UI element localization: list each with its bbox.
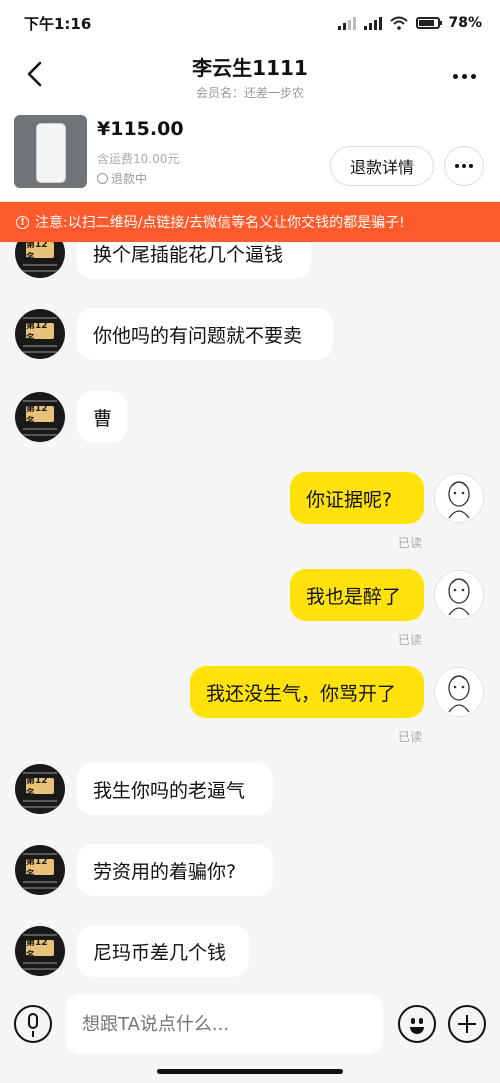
status-bar: 下午1:16 78% xyxy=(0,0,500,46)
more-options-icon[interactable] xyxy=(444,56,484,96)
avatar-badge: 第12名 xyxy=(26,776,54,799)
avatar-badge: 第12名 xyxy=(26,242,54,263)
emoji-button[interactable] xyxy=(398,1005,436,1043)
message-left: 第12名 换个尾插能花几个逼钱 xyxy=(0,242,500,308)
avatar-badge: 第12名 xyxy=(26,938,54,961)
item-price: ¥115.00 xyxy=(97,118,184,140)
chat-bubble[interactable]: 曹 xyxy=(77,391,127,443)
chat-bubble[interactable]: 你证据呢? xyxy=(290,472,424,524)
seller-avatar[interactable]: 第12名 xyxy=(15,764,65,814)
chat-bubble[interactable]: 我也是醉了 xyxy=(290,569,424,621)
item-status: 退款中 xyxy=(97,170,147,187)
input-bar xyxy=(0,986,500,1083)
microphone-icon xyxy=(28,1013,38,1029)
chat-bubble[interactable]: 我还没生气，你骂开了 xyxy=(190,666,424,718)
status-icons: 78% xyxy=(338,15,482,31)
wifi-icon xyxy=(390,16,409,30)
chat-bubble[interactable]: 换个尾插能花几个逼钱 xyxy=(77,242,311,279)
clock-icon xyxy=(97,173,108,184)
status-time: 下午1:16 xyxy=(24,14,92,33)
avatar-badge: 第12名 xyxy=(26,404,54,427)
message-left: 第12名 我生你吗的老逼气 xyxy=(0,763,500,844)
home-indicator xyxy=(157,1069,343,1074)
more-actions-plus-button[interactable] xyxy=(448,1005,486,1043)
seller-avatar[interactable]: 第12名 xyxy=(15,242,65,278)
chat-header: 李云生1111 会员名：还差一步农 xyxy=(0,46,500,106)
item-card[interactable]: ¥115.00 含运费10.00元 退款中 退款详情 xyxy=(0,106,500,202)
avatar-badge: 第12名 xyxy=(26,857,54,880)
item-status-label: 退款中 xyxy=(111,172,148,186)
back-arrow-icon[interactable] xyxy=(18,54,58,94)
battery-percent: 78% xyxy=(448,15,482,31)
seller-avatar[interactable]: 第12名 xyxy=(15,309,65,359)
item-more-button[interactable] xyxy=(444,146,484,186)
user-avatar[interactable] xyxy=(434,473,484,523)
read-receipt: 已读 xyxy=(398,730,423,744)
chat-bubble[interactable]: 你他吗的有问题就不要卖 xyxy=(77,308,333,360)
warning-text: 注意:以扫二维码/点链接/去微信等名义让你交钱的都是骗子! xyxy=(35,215,405,231)
voice-input-button[interactable] xyxy=(14,1005,52,1043)
avatar-badge: 第12名 xyxy=(26,321,54,344)
user-avatar[interactable] xyxy=(434,667,484,717)
chat-area[interactable]: 第12名 换个尾插能花几个逼钱 第12名 你他吗的有问题就不要卖 第12名曹你证据呢? 已… xyxy=(0,242,500,986)
message-right: 我也是醉了已读 xyxy=(0,569,500,650)
seller-avatar[interactable]: 第12名 xyxy=(15,926,65,976)
chat-bubble[interactable]: 劳资用的着骗你? xyxy=(77,844,273,896)
read-receipt: 已读 xyxy=(398,633,423,647)
battery-icon xyxy=(416,17,443,29)
message-left: 第12名 劳资用的着骗你? xyxy=(0,844,500,925)
signal-icon-1 xyxy=(338,16,357,30)
seller-avatar[interactable]: 第12名 xyxy=(15,392,65,442)
message-left: 第12名 你他吗的有问题就不要卖 xyxy=(0,308,500,389)
message-left: 第12名曹 xyxy=(0,391,500,472)
signal-icon-2 xyxy=(364,16,383,30)
warning-icon: ! xyxy=(16,215,29,229)
chat-bubble[interactable]: 尼玛币差几个钱 xyxy=(77,925,249,977)
message-right: 你证据呢? 已读 xyxy=(0,472,500,553)
item-thumbnail[interactable] xyxy=(14,115,87,188)
member-name: 会员名：还差一步农 xyxy=(195,86,304,100)
contact-name: 李云生1111 xyxy=(192,56,308,80)
refund-details-button[interactable]: 退款详情 xyxy=(330,146,434,186)
chat-bubble[interactable]: 我生你吗的老逼气 xyxy=(77,763,273,815)
message-input[interactable] xyxy=(66,994,383,1054)
message-left: 第12名 尼玛币差几个钱 xyxy=(0,925,500,986)
seller-avatar[interactable]: 第12名 xyxy=(15,845,65,895)
scam-warning-banner: ! 注意:以扫二维码/点链接/去微信等名义让你交钱的都是骗子! xyxy=(0,202,500,242)
read-receipt: 已读 xyxy=(398,536,423,550)
item-shipping: 含运费10.00元 xyxy=(97,152,180,166)
message-right: 我还没生气，你骂开了已读 xyxy=(0,666,500,747)
user-avatar[interactable] xyxy=(434,570,484,620)
